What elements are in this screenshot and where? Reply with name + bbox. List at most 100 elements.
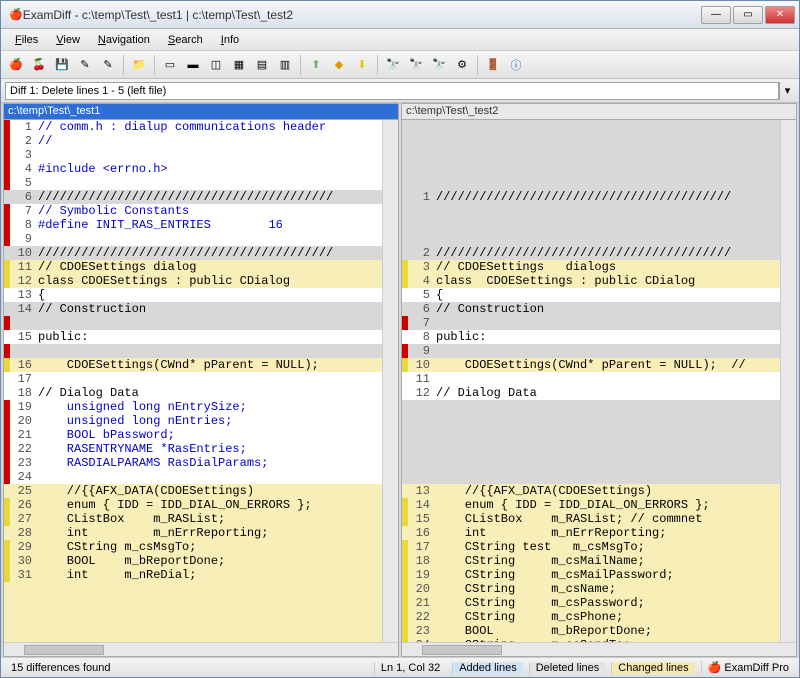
code-line[interactable]: 16 int m_nErrReporting;: [402, 526, 780, 540]
code-line[interactable]: [4, 610, 382, 624]
code-line[interactable]: 1// comm.h : dialup communications heade…: [4, 120, 382, 134]
code-line[interactable]: 19 unsigned long nEntrySize;: [4, 400, 382, 414]
code-line[interactable]: [402, 414, 780, 428]
apple-icon[interactable]: 🍎: [5, 54, 27, 76]
find-next-icon[interactable]: 🔭: [405, 54, 427, 76]
code-line[interactable]: 18// Dialog Data: [4, 386, 382, 400]
close-button[interactable]: ✕: [765, 6, 795, 24]
code-line[interactable]: 19 CString m_csMailPassword;: [402, 568, 780, 582]
code-line[interactable]: 26 enum { IDD = IDD_DIAL_ON_ERRORS };: [4, 498, 382, 512]
code-line[interactable]: [4, 582, 382, 596]
code-line[interactable]: [402, 134, 780, 148]
code-line[interactable]: 10//////////////////////////////////////…: [4, 246, 382, 260]
menu-view[interactable]: View: [48, 32, 88, 48]
code-line[interactable]: 3// CDOESettings dialogs: [402, 260, 780, 274]
code-line[interactable]: 16 CDOESettings(CWnd* pParent = NULL);: [4, 358, 382, 372]
code-line[interactable]: 4class CDOESettings : public CDialog: [402, 274, 780, 288]
code-line[interactable]: 5: [4, 176, 382, 190]
code-line[interactable]: [402, 204, 780, 218]
right-code[interactable]: 1///////////////////////////////////////…: [402, 120, 796, 642]
menu-navigation[interactable]: Navigation: [90, 32, 158, 48]
code-line[interactable]: 17: [4, 372, 382, 386]
code-line[interactable]: 28 int m_nErrReporting;: [4, 526, 382, 540]
left-vscrollbar[interactable]: [382, 120, 398, 642]
right-path[interactable]: c:\temp\Test\_test2: [402, 104, 796, 120]
view-horizontal-icon[interactable]: ▬: [182, 54, 204, 76]
code-line[interactable]: [402, 400, 780, 414]
folder-icon[interactable]: 📁: [128, 54, 150, 76]
code-line[interactable]: 15public:: [4, 330, 382, 344]
code-line[interactable]: 6// Construction: [402, 302, 780, 316]
left-hscrollbar[interactable]: [4, 642, 398, 656]
code-line[interactable]: 8#define INIT_RAS_ENTRIES 16: [4, 218, 382, 232]
code-line[interactable]: [4, 638, 382, 642]
code-line[interactable]: 20 CString m_csName;: [402, 582, 780, 596]
code-line[interactable]: [402, 456, 780, 470]
menu-files[interactable]: Files: [7, 32, 46, 48]
code-line[interactable]: [4, 344, 382, 358]
diff-select[interactable]: Diff 1: Delete lines 1 - 5 (left file): [5, 82, 779, 100]
code-line[interactable]: [4, 624, 382, 638]
code-line[interactable]: [4, 596, 382, 610]
code-line[interactable]: 2///////////////////////////////////////…: [402, 246, 780, 260]
code-line[interactable]: 30 BOOL m_bReportDone;: [4, 554, 382, 568]
code-line[interactable]: 10 CDOESettings(CWnd* pParent = NULL); /…: [402, 358, 780, 372]
maximize-button[interactable]: ▭: [733, 6, 763, 24]
view-grid-icon[interactable]: ▦: [228, 54, 250, 76]
find-prev-icon[interactable]: 🔭: [428, 54, 450, 76]
code-line[interactable]: [402, 442, 780, 456]
code-line[interactable]: 21 CString m_csPassword;: [402, 596, 780, 610]
code-line[interactable]: [402, 176, 780, 190]
code-line[interactable]: 11// CDOESettings dialog: [4, 260, 382, 274]
save-icon[interactable]: 💾: [51, 54, 73, 76]
cherries-icon[interactable]: 🍒: [28, 54, 50, 76]
menu-info[interactable]: Info: [213, 32, 247, 48]
code-line[interactable]: 7// Symbolic Constants: [4, 204, 382, 218]
code-line[interactable]: [402, 162, 780, 176]
code-line[interactable]: 13 //{{AFX_DATA(CDOESettings): [402, 484, 780, 498]
code-line[interactable]: 23 RASDIALPARAMS RasDialParams;: [4, 456, 382, 470]
code-line[interactable]: 12class CDOESettings : public CDialog: [4, 274, 382, 288]
code-line[interactable]: 3: [4, 148, 382, 162]
edit-left-icon[interactable]: ✎: [74, 54, 96, 76]
examdiff-pro-link[interactable]: 🍎 ExamDiff Pro: [701, 661, 795, 674]
code-line[interactable]: 22 RASENTRYNAME *RasEntries;: [4, 442, 382, 456]
options-icon[interactable]: ⚙: [451, 54, 473, 76]
code-line[interactable]: 20 unsigned long nEntries;: [4, 414, 382, 428]
right-hscrollbar[interactable]: [402, 642, 796, 656]
edit-right-icon[interactable]: ✎: [97, 54, 119, 76]
code-line[interactable]: 15 CListBox m_RASList; // commnet: [402, 512, 780, 526]
code-line[interactable]: 29 CString m_csMsgTo;: [4, 540, 382, 554]
code-line[interactable]: 27 CListBox m_RASList;: [4, 512, 382, 526]
code-line[interactable]: 12// Dialog Data: [402, 386, 780, 400]
code-line[interactable]: 6///////////////////////////////////////…: [4, 190, 382, 204]
code-line[interactable]: 14 enum { IDD = IDD_DIAL_ON_ERRORS };: [402, 498, 780, 512]
code-line[interactable]: 9: [402, 344, 780, 358]
code-line[interactable]: 18 CString m_csMailName;: [402, 554, 780, 568]
left-code[interactable]: 1// comm.h : dialup communications heade…: [4, 120, 398, 642]
diamond-icon[interactable]: ◆: [328, 54, 350, 76]
code-line[interactable]: [402, 428, 780, 442]
code-line[interactable]: 21 BOOL bPassword;: [4, 428, 382, 442]
code-line[interactable]: [402, 470, 780, 484]
code-line[interactable]: [402, 120, 780, 134]
code-line[interactable]: [402, 148, 780, 162]
code-line[interactable]: [4, 316, 382, 330]
code-line[interactable]: 24: [4, 470, 382, 484]
minimize-button[interactable]: —: [701, 6, 731, 24]
info-icon[interactable]: ⓘ: [505, 54, 527, 76]
menu-search[interactable]: Search: [160, 32, 211, 48]
code-line[interactable]: 13{: [4, 288, 382, 302]
view-single-icon[interactable]: ▭: [159, 54, 181, 76]
left-path[interactable]: c:\temp\Test\_test1: [4, 104, 398, 120]
exit-icon[interactable]: 🚪: [482, 54, 504, 76]
arrow-up-icon[interactable]: ⬆: [305, 54, 327, 76]
code-line[interactable]: 7: [402, 316, 780, 330]
code-line[interactable]: 31 int m_nReDial;: [4, 568, 382, 582]
code-line[interactable]: 17 CString test m_csMsgTo;: [402, 540, 780, 554]
code-line[interactable]: 1///////////////////////////////////////…: [402, 190, 780, 204]
arrow-down-icon[interactable]: ⬇: [351, 54, 373, 76]
code-line[interactable]: 2//: [4, 134, 382, 148]
code-line[interactable]: [402, 218, 780, 232]
code-line[interactable]: 23 BOOL m_bReportDone;: [402, 624, 780, 638]
